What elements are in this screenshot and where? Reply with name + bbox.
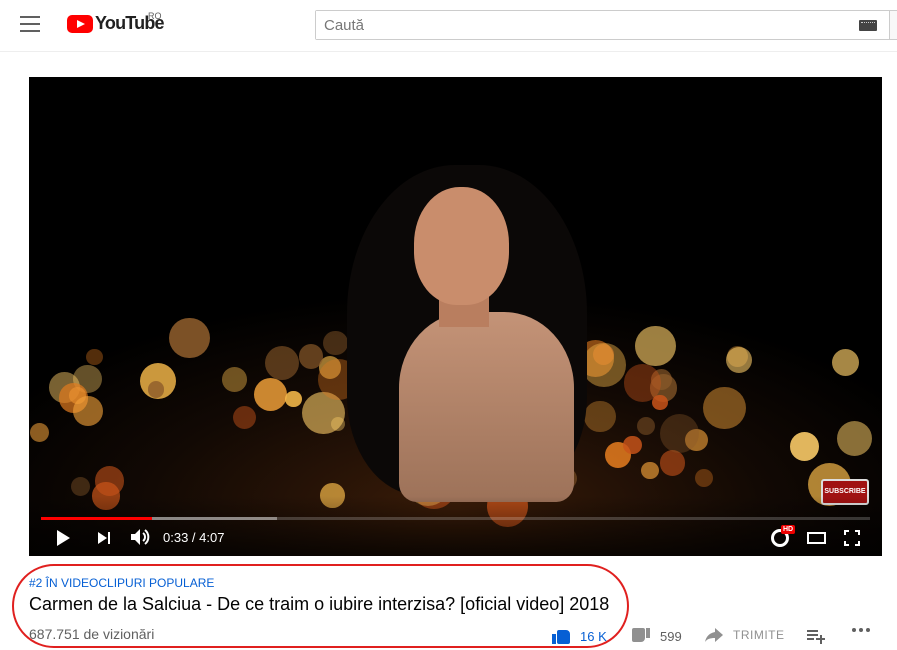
keyboard-icon[interactable] <box>859 20 877 31</box>
bokeh-light <box>635 325 676 367</box>
theater-mode-icon[interactable] <box>807 532 826 544</box>
share-arrow-icon <box>705 628 723 642</box>
masthead: YouTube RO <box>0 0 897 52</box>
bokeh-light <box>71 476 91 496</box>
thumbs-up-icon <box>552 628 570 644</box>
bokeh-light <box>86 348 103 366</box>
progress-bar[interactable] <box>41 517 870 520</box>
bokeh-light <box>232 405 257 429</box>
hamburger-menu-icon[interactable] <box>20 16 40 32</box>
like-button[interactable]: 16 K <box>552 628 607 644</box>
bokeh-light <box>254 378 288 412</box>
bokeh-light <box>169 317 210 358</box>
time-display: 0:33 / 4:07 <box>163 530 225 545</box>
bokeh-light <box>695 469 714 488</box>
trending-hashtag-link[interactable]: #2 ÎN VIDEOCLIPURI POPULARE <box>29 576 214 590</box>
bokeh-light <box>331 416 346 431</box>
controls-gradient <box>29 496 882 556</box>
like-count: 16 K <box>580 628 607 644</box>
youtube-play-logo-icon <box>67 14 93 33</box>
bokeh-light <box>622 435 642 455</box>
thumbs-down-icon <box>632 628 650 644</box>
share-button[interactable]: TRIMITE <box>705 628 785 642</box>
bokeh-light <box>659 450 686 476</box>
video-title: Carmen de la Salciua - De ce traim o iub… <box>29 594 610 614</box>
bokeh-light <box>264 345 300 381</box>
play-icon[interactable] <box>57 530 70 546</box>
bokeh-light <box>726 347 753 374</box>
bokeh-light <box>285 390 303 408</box>
bokeh-light <box>790 432 820 462</box>
country-code: RO <box>148 11 162 21</box>
fullscreen-icon[interactable] <box>844 530 860 546</box>
bokeh-light <box>73 395 104 426</box>
bokeh-light <box>703 387 746 430</box>
volume-icon[interactable] <box>131 529 153 545</box>
video-subject-face <box>414 187 509 305</box>
bokeh-light <box>623 363 662 402</box>
search-box <box>315 10 890 40</box>
progress-played <box>41 517 153 520</box>
more-dots-icon <box>852 628 870 632</box>
bokeh-light <box>637 417 656 436</box>
add-to-playlist-button[interactable] <box>807 628 825 644</box>
next-video-icon[interactable] <box>98 532 112 544</box>
bokeh-light <box>222 367 248 392</box>
hd-badge: HD <box>781 525 796 534</box>
dislike-button[interactable]: 599 <box>632 628 682 644</box>
bokeh-light <box>323 330 348 356</box>
video-player[interactable]: SUBSCRIBE 0:33 / 4:07 HD <box>29 77 882 556</box>
bokeh-light <box>298 344 324 369</box>
search-button[interactable] <box>890 10 897 40</box>
youtube-logo[interactable]: YouTube RO <box>67 11 165 34</box>
share-label: TRIMITE <box>733 628 785 642</box>
more-actions-button[interactable] <box>852 628 870 632</box>
search-input[interactable] <box>316 11 836 39</box>
bokeh-light <box>640 461 659 480</box>
add-to-playlist-icon <box>807 628 825 644</box>
bokeh-light <box>582 343 627 387</box>
view-count: 687.751 de vizionări <box>29 626 155 642</box>
video-subject-body <box>399 312 574 502</box>
bokeh-light <box>584 400 616 433</box>
bokeh-light <box>29 423 49 443</box>
bokeh-light <box>836 420 873 456</box>
dislike-count: 599 <box>660 628 682 644</box>
bokeh-light <box>831 349 860 377</box>
